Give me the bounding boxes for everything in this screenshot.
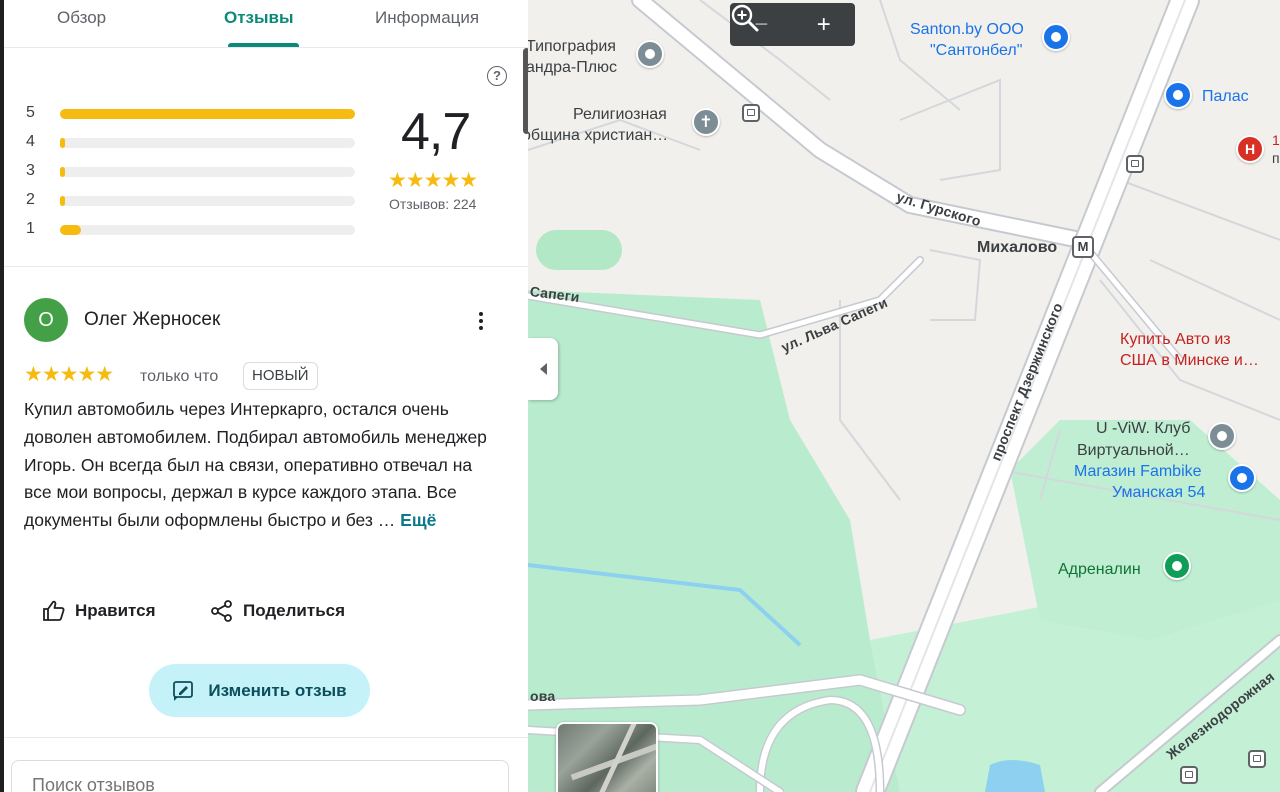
- map-label-palas[interactable]: Палас: [1202, 86, 1249, 107]
- rating-row-label: 3: [26, 162, 35, 179]
- rating-row-label: 1: [26, 220, 35, 237]
- rating-row-4[interactable]: 4: [26, 133, 366, 153]
- chevron-left-icon: [539, 363, 547, 375]
- divider: [4, 266, 528, 267]
- average-stars-icon: ★★★★★: [388, 169, 478, 192]
- place-pin-icon[interactable]: [1208, 422, 1236, 450]
- rating-bar-fill: [60, 196, 65, 206]
- edit-review-button[interactable]: Изменить отзыв: [149, 664, 370, 717]
- rating-bar-track: [60, 138, 355, 148]
- review-text: Купил автомобиль через Интеркарго, остал…: [24, 396, 494, 535]
- place-pin-icon[interactable]: [1163, 552, 1191, 580]
- edit-review-label: Изменить отзыв: [208, 680, 347, 700]
- collapse-panel-button[interactable]: [528, 338, 558, 400]
- review-time: только что: [140, 368, 219, 385]
- map-label-kupit2[interactable]: США в Минске и…: [1120, 350, 1259, 371]
- map-label-uviw2[interactable]: Виртуальной…: [1077, 440, 1190, 461]
- reviewer-name[interactable]: Олег Жерносек: [84, 309, 220, 331]
- rating-bar-fill: [60, 167, 65, 177]
- rating-bar-track: [60, 109, 355, 119]
- like-button[interactable]: Нравится: [42, 598, 156, 624]
- shopping-bag-icon[interactable]: [1042, 23, 1070, 51]
- map-label-community[interactable]: община христиан…: [522, 125, 668, 146]
- tab-overview[interactable]: Обзор: [57, 8, 106, 28]
- bus-stop-icon[interactable]: [742, 104, 760, 122]
- like-label: Нравится: [75, 601, 156, 620]
- search-reviews-input[interactable]: [11, 760, 509, 792]
- rating-row-1[interactable]: 1: [26, 220, 366, 240]
- more-options-icon[interactable]: [474, 310, 488, 334]
- bus-stop-icon[interactable]: [1180, 766, 1198, 784]
- map-label-fambike2[interactable]: Уманская 54: [1112, 482, 1205, 503]
- rating-row-label: 5: [26, 104, 35, 121]
- hospital-icon[interactable]: H: [1236, 135, 1264, 163]
- rating-row-5[interactable]: 5: [26, 104, 366, 124]
- rating-row-label: 4: [26, 133, 35, 150]
- avatar[interactable]: О: [24, 298, 68, 342]
- side-panel: Обзор Отзывы Информация ? 5 4 3 2 1 4,7 …: [0, 0, 528, 792]
- tab-reviews[interactable]: Отзывы: [224, 8, 294, 28]
- map-label-santon1[interactable]: Santon.by ООО: [910, 19, 1024, 40]
- map-label-santon2[interactable]: "Сантонбел": [930, 40, 1022, 61]
- bus-stop-icon[interactable]: [1248, 750, 1266, 768]
- shopping-bag-icon[interactable]: [1228, 464, 1256, 492]
- active-tab-indicator: [228, 43, 299, 47]
- metro-icon[interactable]: М: [1072, 236, 1094, 258]
- tab-bar: Обзор Отзывы Информация: [4, 0, 528, 48]
- map-label-mikhalovo[interactable]: Михалово: [977, 237, 1057, 258]
- map-label-kupit1[interactable]: Купить Авто из: [1120, 329, 1231, 350]
- share-label: Поделиться: [243, 601, 346, 620]
- rating-bar-fill: [60, 138, 65, 148]
- thumbs-up-icon: [43, 600, 65, 621]
- divider: [4, 737, 528, 738]
- rating-row-2[interactable]: 2: [26, 191, 366, 211]
- read-more-link[interactable]: Ещё: [400, 510, 436, 530]
- shopping-bag-icon[interactable]: [1164, 81, 1192, 109]
- rating-bar-fill: [60, 109, 355, 119]
- tab-info[interactable]: Информация: [375, 8, 479, 28]
- review-count: Отзывов: 224: [389, 196, 477, 212]
- rating-row-label: 2: [26, 191, 35, 208]
- zoom-icon: [731, 4, 759, 32]
- rating-bar-track: [60, 196, 355, 206]
- place-pin-icon[interactable]: [636, 40, 664, 68]
- church-icon[interactable]: ✝: [692, 108, 720, 136]
- map-label-uviw1[interactable]: U -ViW. Клуб: [1096, 418, 1190, 439]
- map-label-alexandra[interactable]: андра-Плюс: [526, 57, 617, 78]
- map-label-tipografia[interactable]: Типография: [526, 36, 616, 57]
- road-label-edge: ова: [530, 688, 556, 704]
- map-label-adrenalin[interactable]: Адреналин: [1058, 559, 1141, 580]
- rating-bar-track: [60, 167, 355, 177]
- review-stars-icon: ★★★★★: [24, 363, 114, 386]
- zoom-control: − +: [730, 3, 855, 46]
- rating-bar-track: [60, 225, 355, 235]
- map-label-edge-p: п: [1272, 150, 1280, 166]
- satellite-layer-toggle[interactable]: [556, 722, 658, 792]
- average-rating: 4,7: [401, 103, 471, 161]
- zoom-in-button[interactable]: +: [817, 12, 831, 37]
- rating-bar-fill: [60, 225, 81, 235]
- map-label-fambike1[interactable]: Магазин Fambike: [1074, 461, 1202, 482]
- bus-stop-icon[interactable]: [1126, 155, 1144, 173]
- share-icon: [211, 600, 232, 622]
- help-icon[interactable]: ?: [487, 66, 507, 86]
- edit-review-icon: [173, 680, 194, 701]
- new-badge: НОВЫЙ: [243, 362, 318, 390]
- share-button[interactable]: Поделиться: [210, 598, 345, 624]
- scrollbar[interactable]: [523, 48, 528, 134]
- map-label-religious[interactable]: Религиозная: [573, 104, 667, 125]
- rating-row-3[interactable]: 3: [26, 162, 366, 182]
